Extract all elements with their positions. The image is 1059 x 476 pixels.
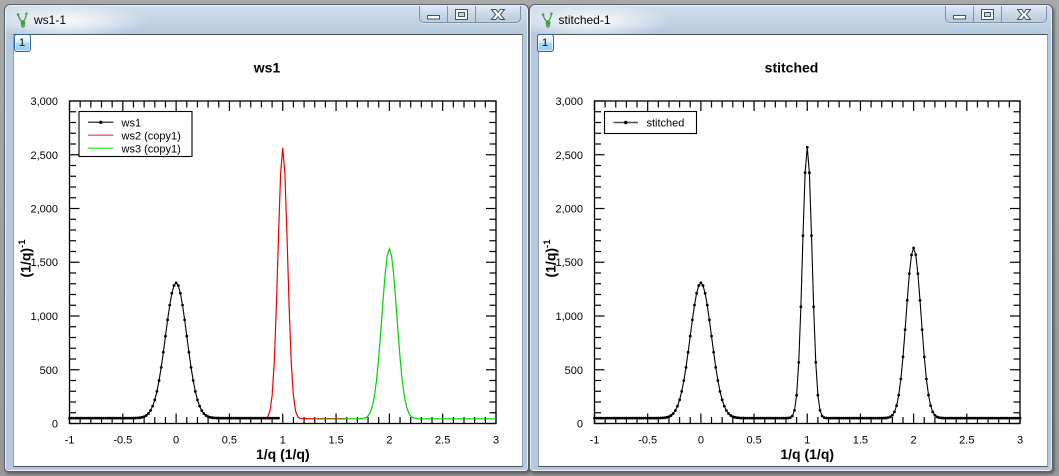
svg-text:3,000: 3,000 xyxy=(555,96,583,108)
svg-text:2.5: 2.5 xyxy=(959,435,974,447)
svg-text:-0.5: -0.5 xyxy=(638,435,657,447)
svg-text:2,500: 2,500 xyxy=(555,150,583,162)
svg-text:1/q (1/q): 1/q (1/q) xyxy=(780,446,834,462)
svg-text:-1: -1 xyxy=(590,435,600,447)
svg-text:0.5: 0.5 xyxy=(746,435,761,447)
svg-text:2,000: 2,000 xyxy=(555,204,583,216)
svg-text:1,000: 1,000 xyxy=(555,311,583,323)
svg-text:0: 0 xyxy=(577,419,583,431)
svg-text:500: 500 xyxy=(565,365,583,377)
svg-text:(1/q)-1: (1/q)-1 xyxy=(542,239,559,278)
svg-text:1,500: 1,500 xyxy=(555,257,583,269)
svg-text:stitched: stitched xyxy=(765,60,819,76)
svg-text:0: 0 xyxy=(698,435,704,447)
svg-text:1.5: 1.5 xyxy=(853,435,868,447)
svg-text:stitched: stitched xyxy=(647,118,685,130)
svg-text:1: 1 xyxy=(804,435,810,447)
svg-text:2: 2 xyxy=(911,435,917,447)
svg-text:3: 3 xyxy=(1017,435,1023,447)
